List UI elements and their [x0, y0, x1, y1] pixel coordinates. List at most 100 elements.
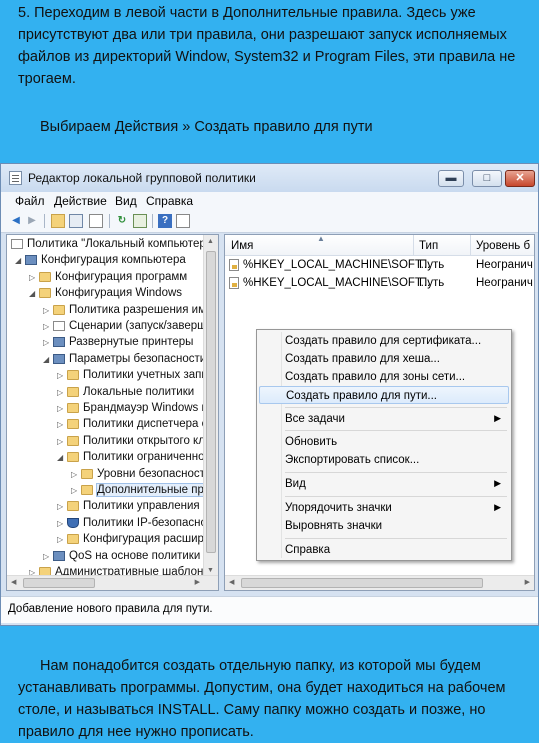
expand-arrow-icon[interactable]: ▷: [29, 273, 37, 282]
folder-icon: [67, 419, 79, 430]
tree-horizontal-scrollbar[interactable]: ◀ ▶: [7, 575, 218, 590]
tree-item-label: Конфигурация Windows: [55, 287, 183, 300]
tree-item-label: Уровни безопасност: [97, 467, 205, 480]
tree-item-label: Локальные политики: [83, 385, 195, 398]
tree-item-label: Политики учетных запи: [83, 369, 208, 382]
tree-item-label: Параметры безопасности: [69, 352, 207, 365]
security-icon: [53, 353, 65, 364]
menu-view[interactable]: Вид: [115, 194, 137, 208]
properties-icon[interactable]: [89, 214, 103, 228]
folder-icon: [39, 288, 51, 299]
tree-item-label: Политики открытого кл: [83, 434, 205, 447]
expand-arrow-icon[interactable]: ▷: [57, 404, 65, 413]
computer-icon: [25, 255, 37, 266]
folder-icon: [67, 501, 79, 512]
list-item[interactable]: %HKEY_LOCAL_MACHINE\SOFT... Путь Неогран…: [225, 274, 534, 292]
collapse-arrow-icon[interactable]: ◢: [15, 256, 23, 265]
folder-icon: [81, 485, 93, 495]
tree-item-label: Политики IP-безопасно: [83, 516, 207, 529]
expand-arrow-icon[interactable]: ▷: [43, 338, 51, 347]
back-icon[interactable]: ◀: [9, 214, 23, 228]
menu-help[interactable]: Справка: [146, 194, 193, 208]
folder-icon: [67, 435, 79, 446]
tree-item-label: Конфигурация расшир: [83, 533, 204, 546]
tree-item-label: Сценарии (запуск/заверш: [69, 320, 207, 332]
list-item[interactable]: %HKEY_LOCAL_MACHINE\SOFT... Путь Неогран…: [225, 256, 534, 274]
menu-bar: Файл Действие Вид Справка: [1, 192, 538, 210]
submenu-arrow-icon: ▶: [494, 413, 501, 423]
menu-item-create-certificate-rule[interactable]: Создать правило для сертификата...: [259, 332, 509, 350]
folder-icon: [67, 403, 79, 413]
column-type[interactable]: Тип: [419, 240, 438, 252]
up-folder-icon[interactable]: [51, 214, 65, 228]
view-icon[interactable]: [176, 214, 190, 228]
sort-arrow-icon: ▲: [317, 234, 325, 243]
script-icon: [53, 321, 65, 331]
menu-action[interactable]: Действие: [54, 194, 107, 208]
collapse-arrow-icon[interactable]: ◢: [43, 355, 51, 364]
refresh-icon[interactable]: ↻: [115, 214, 129, 228]
menu-item-help[interactable]: Справка: [259, 541, 509, 559]
title-bar[interactable]: Редактор локальной групповой политики ▬ …: [1, 164, 538, 192]
expand-arrow-icon[interactable]: ▷: [57, 502, 65, 511]
expand-arrow-icon[interactable]: ▷: [43, 322, 51, 331]
folder-icon: [67, 534, 79, 545]
menu-item-create-zone-rule[interactable]: Создать правило для зоны сети...: [259, 368, 509, 386]
close-button[interactable]: ✕: [505, 170, 535, 187]
menu-item-create-hash-rule[interactable]: Создать правило для хеша...: [259, 350, 509, 368]
menu-item-arrange-icons[interactable]: Упорядочить значки ▶: [259, 499, 509, 517]
tree-item-label: Дополнительные пр: [96, 483, 205, 497]
folder-icon: [53, 304, 65, 315]
forward-icon[interactable]: ▶: [25, 214, 39, 228]
status-text: Добавление нового правила для пути.: [8, 603, 213, 615]
submenu-arrow-icon: ▶: [494, 478, 501, 488]
tree-vertical-scrollbar[interactable]: ▲ ▼: [203, 235, 218, 576]
help-icon[interactable]: ?: [158, 214, 172, 228]
folder-icon: [67, 452, 79, 463]
expand-arrow-icon[interactable]: ▷: [57, 420, 65, 429]
tree-item-label: Конфигурация компьютера: [41, 254, 186, 267]
folder-icon: [39, 271, 51, 282]
tree-item-label: Политика "Локальный компьютер: [27, 238, 206, 250]
column-level[interactable]: Уровень б: [476, 240, 530, 252]
action-instruction: Выбираем Действия » Создать правило для …: [40, 119, 373, 135]
tree-pane: Политика "Локальный компьютер ◢ Конфигурац…: [6, 234, 219, 591]
expand-arrow-icon[interactable]: ▷: [71, 470, 79, 479]
minimize-button[interactable]: ▬: [438, 170, 464, 187]
step-instruction: 5. Переходим в левой части в Дополнитель…: [18, 5, 516, 87]
folder-icon: [67, 370, 79, 381]
status-bar: Добавление нового правила для пути.: [1, 596, 538, 623]
tree-item-label: Политики ограниченно: [83, 451, 205, 464]
list-horizontal-scrollbar[interactable]: ◀ ▶: [225, 575, 534, 590]
tree-item-label: Политики управления: [83, 500, 200, 513]
list-header: Имя ▲ Тип Уровень б: [225, 235, 534, 256]
menu-item-line-up-icons[interactable]: Выровнять значки: [259, 517, 509, 535]
tree-item-label: Политика разрешения им: [69, 303, 206, 316]
rule-icon: [229, 259, 239, 271]
export-icon[interactable]: [133, 214, 147, 228]
tree-item-label: Развернутые принтеры: [69, 336, 194, 349]
expand-arrow-icon[interactable]: ▷: [57, 388, 65, 397]
menu-item-export-list[interactable]: Экспортировать список...: [259, 451, 509, 469]
menu-item-view[interactable]: Вид ▶: [259, 475, 509, 493]
collapse-arrow-icon[interactable]: ◢: [57, 453, 65, 462]
expand-arrow-icon[interactable]: ▷: [43, 306, 51, 315]
column-name[interactable]: Имя: [231, 240, 253, 252]
expand-arrow-icon[interactable]: ▷: [57, 519, 65, 528]
menu-item-create-path-rule[interactable]: Создать правило для пути...: [259, 386, 509, 404]
show-tree-icon[interactable]: [69, 214, 83, 228]
tree-item-label: Политики диспетчера с: [83, 418, 208, 431]
expand-arrow-icon[interactable]: ▷: [71, 486, 79, 495]
expand-arrow-icon[interactable]: ▷: [57, 371, 65, 380]
expand-arrow-icon[interactable]: ▷: [43, 552, 51, 561]
menu-item-all-tasks[interactable]: Все задачи ▶: [259, 410, 509, 428]
tree-item-label: Конфигурация программ: [55, 270, 188, 283]
menu-file[interactable]: Файл: [15, 194, 45, 208]
maximize-button[interactable]: □: [472, 170, 502, 187]
expand-arrow-icon[interactable]: ▷: [57, 437, 65, 446]
menu-item-refresh[interactable]: Обновить: [259, 433, 509, 451]
folder-icon: [81, 468, 93, 479]
expand-arrow-icon[interactable]: ▷: [57, 535, 65, 544]
collapse-arrow-icon[interactable]: ◢: [29, 289, 37, 298]
context-menu: Создать правило для сертификата... Созда…: [256, 329, 512, 561]
